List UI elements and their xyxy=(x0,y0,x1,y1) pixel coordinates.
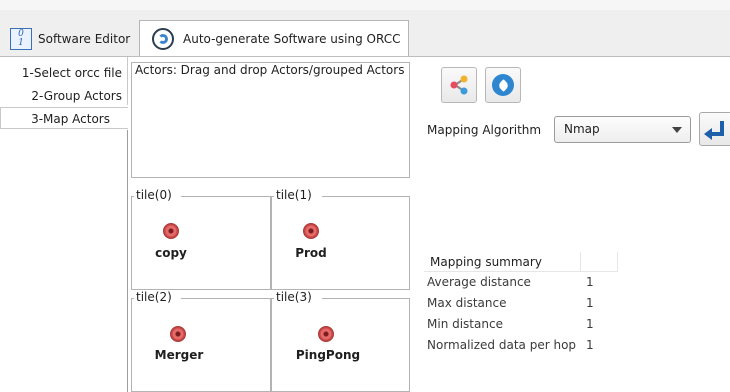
tile-border xyxy=(132,196,134,197)
tile-border xyxy=(322,196,410,197)
summary-value: 1 xyxy=(586,275,594,289)
apply-mapping-button[interactable] xyxy=(699,112,730,146)
title-band xyxy=(0,0,730,10)
chevron-down-icon xyxy=(672,127,682,133)
summary-value: 1 xyxy=(586,317,594,331)
summary-value: 1 xyxy=(586,296,594,310)
top-tab-strip: 01 Software Editor Auto-generate Softwar… xyxy=(0,0,730,57)
actor-pingpong-label[interactable]: PingPong xyxy=(292,348,364,362)
share-button[interactable] xyxy=(441,67,477,103)
tile-2[interactable]: tile(2) Merger xyxy=(131,290,271,392)
actor-icon[interactable] xyxy=(163,223,179,239)
broom-icon xyxy=(492,74,514,96)
step-tabs-divider-top xyxy=(127,57,128,105)
tab-software-editor[interactable]: 01 Software Editor xyxy=(0,20,136,57)
summary-header: Mapping summary xyxy=(424,252,581,272)
tile-3[interactable]: tile(3) PingPong xyxy=(271,290,410,392)
mapping-algorithm-label: Mapping Algorithm xyxy=(427,123,542,137)
tile-border xyxy=(181,298,271,299)
step-tabs: 1-Select orcc file 2-Group Actors 3-Map … xyxy=(0,57,128,392)
summary-header-row: Mapping summary xyxy=(424,252,618,272)
table-row: Min distance 1 xyxy=(424,314,618,335)
tile-border xyxy=(272,196,274,197)
tile-border xyxy=(181,196,271,197)
actor-prod-label[interactable]: Prod xyxy=(292,246,330,260)
step-tab-group-actors[interactable]: 2-Group Actors xyxy=(0,85,128,107)
software-editor-icon: 01 xyxy=(10,27,32,50)
share-icon xyxy=(450,75,468,95)
actor-copy-label[interactable]: copy xyxy=(150,246,192,260)
tile-border xyxy=(272,298,274,299)
table-row: Average distance 1 xyxy=(424,272,618,293)
orcc-logo-icon xyxy=(152,28,174,50)
tile-1[interactable]: tile(1) Prod xyxy=(271,188,410,290)
tab-orcc[interactable]: Auto-generate Software using ORCC xyxy=(139,20,409,57)
step-tab-map-actors[interactable]: 3-Map Actors xyxy=(0,107,128,129)
mapping-algorithm-select[interactable]: Nmap xyxy=(554,116,691,143)
summary-header-empty xyxy=(581,252,618,272)
actors-panel-title: Actors: Drag and drop Actors/grouped Act… xyxy=(135,63,405,77)
actor-icon[interactable] xyxy=(170,326,186,342)
tile-0-title: tile(0) xyxy=(135,188,173,202)
actor-merger-label[interactable]: Merger xyxy=(150,348,208,362)
summary-label: Max distance xyxy=(427,296,507,310)
table-row: Normalized data per hop 1 xyxy=(424,335,618,356)
table-row: Max distance 1 xyxy=(424,293,618,314)
summary-label: Normalized data per hop xyxy=(427,338,577,352)
clean-button[interactable] xyxy=(485,67,521,103)
tab-software-editor-label: Software Editor xyxy=(38,31,131,46)
step-tab-select-orcc[interactable]: 1-Select orcc file xyxy=(0,62,128,84)
summary-value: 1 xyxy=(586,338,594,352)
summary-label: Min distance xyxy=(427,317,503,331)
tile-border xyxy=(322,298,410,299)
summary-label: Average distance xyxy=(427,275,531,289)
actors-drop-panel[interactable]: Actors: Drag and drop Actors/grouped Act… xyxy=(131,62,410,178)
tile-1-title: tile(1) xyxy=(275,188,313,202)
tab-orcc-label: Auto-generate Software using ORCC xyxy=(183,32,401,46)
tile-border xyxy=(132,298,134,299)
actor-icon[interactable] xyxy=(318,326,334,342)
mapping-algorithm-value: Nmap xyxy=(564,122,600,136)
tile-0[interactable]: tile(0) copy xyxy=(131,188,271,290)
tile-2-title: tile(2) xyxy=(135,290,173,304)
step-tabs-divider xyxy=(127,130,128,392)
actor-icon[interactable] xyxy=(303,223,319,239)
tile-3-title: tile(3) xyxy=(275,290,313,304)
